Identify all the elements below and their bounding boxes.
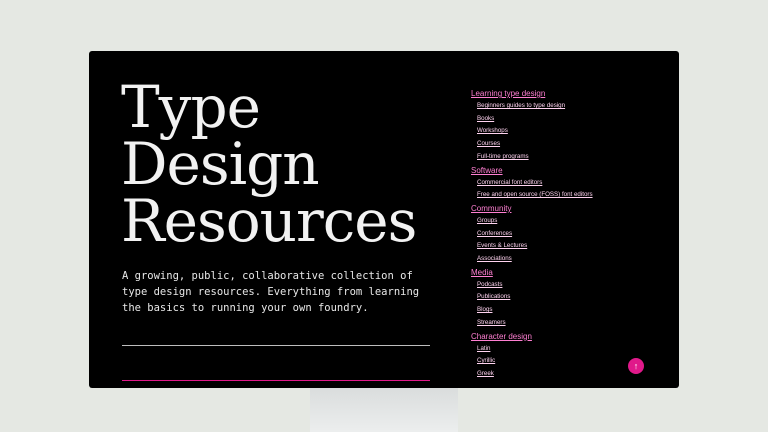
nav-link-books[interactable]: Books xyxy=(477,113,671,126)
nav-link-publications[interactable]: Publications xyxy=(477,291,671,304)
nav-link-conferences[interactable]: Conferences xyxy=(477,228,671,241)
nav-link-beginners-guides[interactable]: Beginners guides to type design xyxy=(477,100,671,113)
nav-section-title[interactable]: Software xyxy=(471,164,671,177)
divider-pink xyxy=(122,380,430,381)
nav-section-media: Media Podcasts Publications Blogs Stream… xyxy=(471,266,671,330)
nav-link-blogs[interactable]: Blogs xyxy=(477,304,671,317)
nav-link-courses[interactable]: Courses xyxy=(477,138,671,151)
page-title: Type Design Resources xyxy=(121,73,417,255)
nav-section-title[interactable]: Learning type design xyxy=(471,87,671,100)
nav-section-software: Software Commercial font editors Free an… xyxy=(471,164,671,202)
title-line-2: Design xyxy=(121,130,320,198)
nav-link-workshops[interactable]: Workshops xyxy=(477,125,671,138)
monitor-screen: Type Design Resources A growing, public,… xyxy=(89,51,679,388)
nav-section-community: Community Groups Conferences Events & Le… xyxy=(471,202,671,266)
nav-section-title[interactable]: Media xyxy=(471,266,671,279)
nav-link-associations[interactable]: Associations xyxy=(477,253,671,266)
title-line-1: Type xyxy=(121,73,261,141)
page-description: A growing, public, collaborative collect… xyxy=(122,270,420,314)
nav-section-title[interactable]: Character design xyxy=(471,330,671,343)
nav-link-streamers[interactable]: Streamers xyxy=(477,317,671,330)
title-line-3: Resources xyxy=(121,187,417,255)
nav-link-commercial-editors[interactable]: Commercial font editors xyxy=(477,177,671,190)
nav-section-character-design: Character design Latin Cyrillic Greek xyxy=(471,330,671,381)
nav-link-foss-editors[interactable]: Free and open source (FOSS) font editors xyxy=(477,189,671,202)
monitor-stand xyxy=(310,386,458,432)
resource-navigation: Learning type design Beginners guides to… xyxy=(471,87,671,381)
nav-section-learning: Learning type design Beginners guides to… xyxy=(471,87,671,164)
nav-link-full-time-programs[interactable]: Full-time programs xyxy=(477,151,671,164)
divider-white xyxy=(122,345,430,346)
nav-link-podcasts[interactable]: Podcasts xyxy=(477,279,671,292)
nav-link-latin[interactable]: Latin xyxy=(477,343,671,356)
nav-link-groups[interactable]: Groups xyxy=(477,215,671,228)
arrow-up-icon: ↑ xyxy=(633,360,639,371)
back-to-top-button[interactable]: ↑ xyxy=(628,358,644,374)
nav-section-title[interactable]: Community xyxy=(471,202,671,215)
nav-link-events-lectures[interactable]: Events & Lectures xyxy=(477,240,671,253)
